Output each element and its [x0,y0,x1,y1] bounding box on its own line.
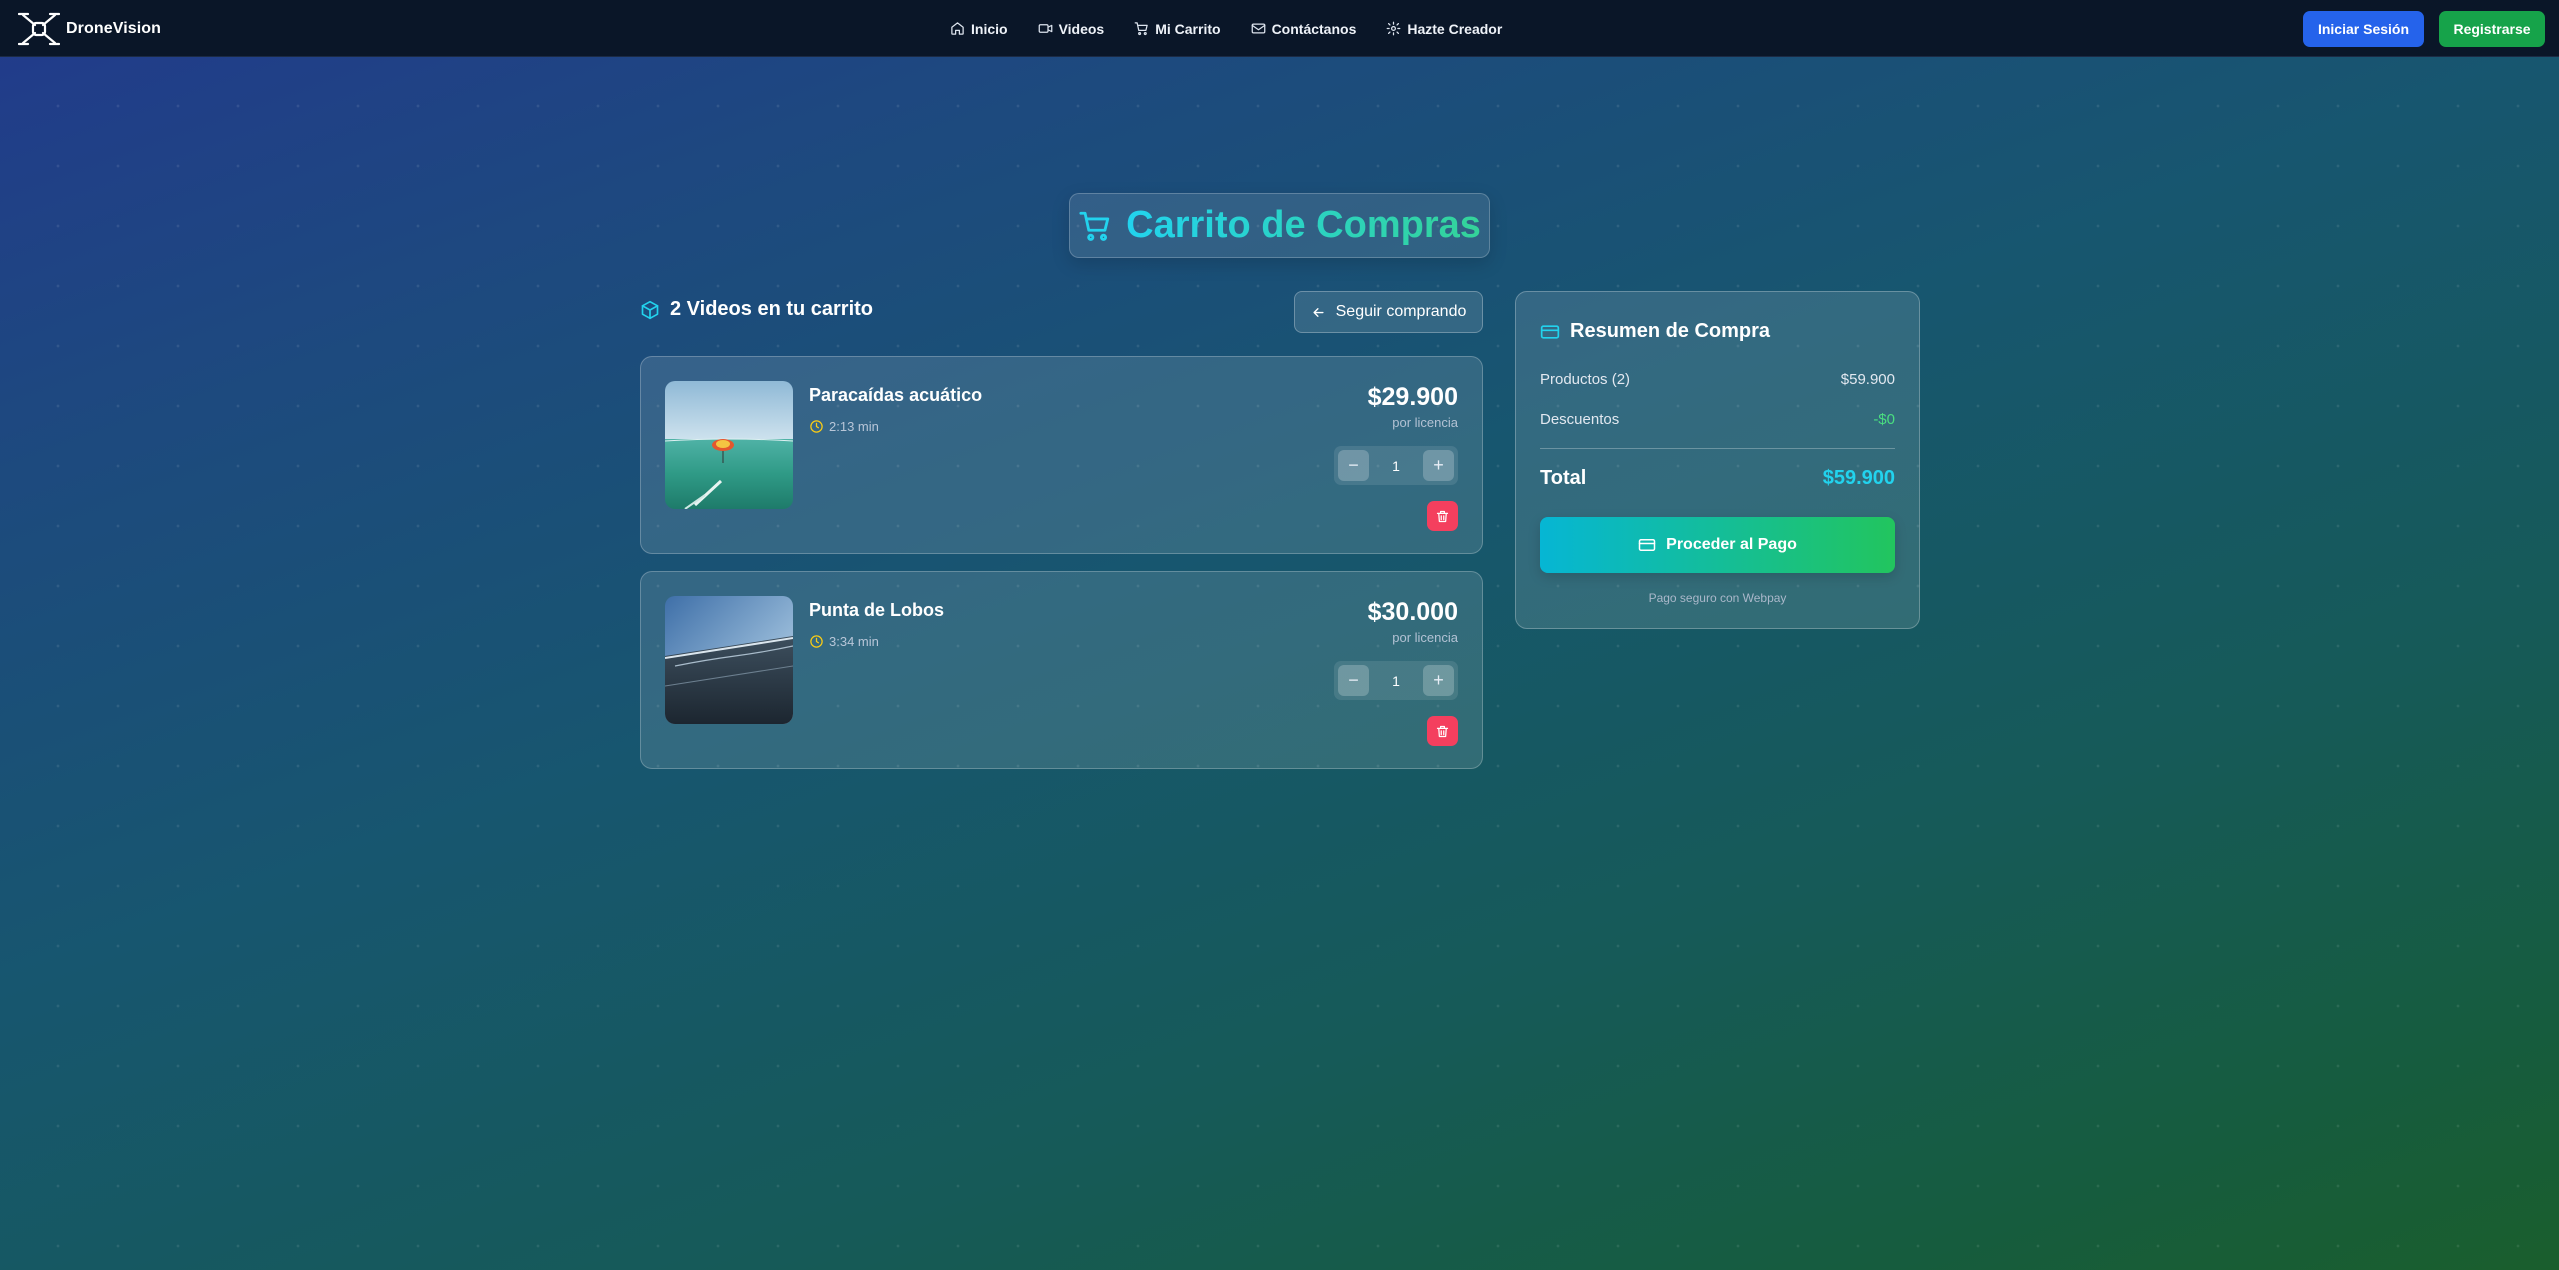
nav-item-inicio[interactable]: Inicio [950,21,1008,37]
clock-icon [810,635,823,648]
item-price-unit: por licencia [1392,415,1458,430]
navbar: DroneVision Inicio Videos Mi Carrito Con… [0,0,2559,57]
home-icon [951,22,964,35]
nav-links: Inicio Videos Mi Carrito Contáctanos Haz… [950,0,1502,57]
quantity-stepper: − 1 + [1334,446,1458,485]
video-thumbnail-image [665,381,793,509]
login-button[interactable]: Iniciar Sesión [2303,11,2424,47]
video-thumbnail-image [665,596,793,724]
cart-item: Paracaídas acuático 2:13 min $29.900 por… [640,356,1483,554]
credit-card-icon [1638,539,1656,551]
increase-quantity-button[interactable]: + [1422,665,1454,696]
nav-item-mi-carrito[interactable]: Mi Carrito [1134,20,1221,37]
summary-title: Resumen de Compra [1570,320,1771,342]
total-label: Total [1540,467,1587,489]
quantity-value: 1 [1392,672,1400,689]
nav-item-label: Hazte Creador [1407,20,1503,37]
register-button[interactable]: Registrarse [2439,11,2545,47]
trash-icon [1436,510,1449,522]
remove-item-button[interactable] [1427,501,1458,531]
item-duration: 3:34 min [809,634,879,649]
quantity-value: 1 [1392,457,1400,474]
video-thumbnail[interactable] [665,596,793,724]
decrease-quantity-button[interactable]: − [1338,450,1369,481]
nav-item-hazte-creador[interactable]: Hazte Creador [1386,21,1502,37]
cart-icon [1079,211,1110,241]
continue-shopping-button[interactable]: Seguir comprando [1294,291,1483,333]
item-duration-label: 2:13 min [829,419,879,434]
summary-discount-row: Descuentos -$0 [1540,411,1895,428]
drone-logo-icon [18,12,60,46]
summary-products-row: Productos (2) $59.900 [1540,371,1895,388]
arrow-left-icon [1313,307,1324,317]
nav-item-videos[interactable]: Videos [1038,20,1105,37]
increase-quantity-button[interactable]: + [1422,450,1454,481]
discount-label: Descuentos [1540,411,1620,428]
nav-item-contactanos[interactable]: Contáctanos [1251,20,1357,37]
nav-item-label: Mi Carrito [1155,20,1221,37]
gear-icon [1386,21,1401,36]
products-label: Productos (2) [1540,371,1631,388]
brand[interactable]: DroneVision [18,9,161,49]
checkout-button[interactable]: Proceder al Pago [1540,517,1895,573]
page-title-box: Carrito de Compras [1069,193,1490,258]
video-icon [1038,24,1052,33]
brand-name: DroneVision [66,20,162,37]
cart-item: Punta de Lobos 3:34 min $30.000 por lice… [640,571,1483,769]
nav-item-label: Inicio [971,20,1008,37]
item-price-unit: por licencia [1392,630,1458,645]
decrease-quantity-button[interactable]: − [1338,665,1369,696]
clock-icon [810,420,823,433]
item-duration: 2:13 min [809,419,879,434]
products-value: $59.900 [1840,371,1895,388]
summary-divider [1540,448,1895,449]
checkout-button-label: Proceder al Pago [1666,536,1797,553]
item-title: Punta de Lobos [809,600,944,620]
video-thumbnail[interactable] [665,381,793,509]
secure-payment-note: Pago seguro con Webpay [1648,591,1787,605]
summary-total-row: Total $59.900 [1540,467,1895,490]
mail-icon [1251,23,1265,34]
order-summary: Resumen de Compra Productos (2) $59.900 … [1515,291,1920,629]
page-title: Carrito de Compras [1126,204,1481,246]
cart-icon [1134,22,1148,36]
item-title: Paracaídas acuático [809,385,983,405]
package-icon [641,300,659,319]
summary-header: Resumen de Compra [1540,320,1770,343]
trash-icon [1436,725,1449,737]
discount-value: -$0 [1873,411,1895,428]
nav-item-label: Videos [1058,20,1105,37]
item-duration-label: 3:34 min [829,634,879,649]
cart-count: 2 Videos en tu carrito [640,298,873,321]
continue-shopping-label: Seguir comprando [1335,303,1467,320]
remove-item-button[interactable] [1427,716,1458,746]
nav-item-label: Contáctanos [1271,20,1357,37]
cart-count-label: 2 Videos en tu carrito [670,298,874,320]
credit-card-icon [1540,324,1560,339]
quantity-stepper: − 1 + [1334,661,1458,700]
total-value: $59.900 [1822,467,1895,489]
item-price: $30.000 [1367,598,1458,626]
item-price: $29.900 [1367,383,1458,411]
